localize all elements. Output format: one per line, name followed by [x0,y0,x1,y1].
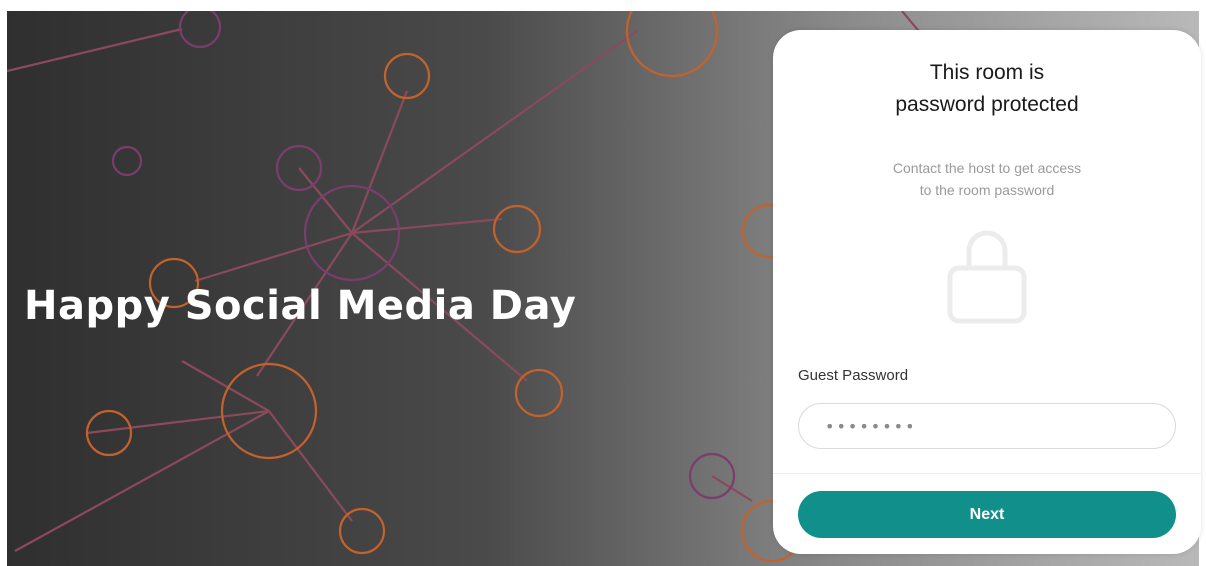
lock-icon [946,223,1028,330]
dialog-title-line-1: This room is [929,61,1045,84]
dialog-subtitle-line-2: to the room password [919,182,1055,198]
password-dialog: This room is password protected Contact … [773,30,1201,554]
dialog-divider [773,473,1201,474]
dialog-subtitle-line-1: Contact the host to get access [892,160,1082,176]
hero-title: Happy Social Media Day [24,283,577,329]
next-button[interactable]: Next [798,491,1176,538]
dialog-title-line-2: password protected [895,93,1079,116]
dialog-title: This room is password protected [773,57,1201,121]
dialog-subtitle: Contact the host to get access to the ro… [773,157,1201,201]
guest-password-input[interactable] [798,403,1176,449]
guest-password-label: Guest Password [798,367,909,384]
